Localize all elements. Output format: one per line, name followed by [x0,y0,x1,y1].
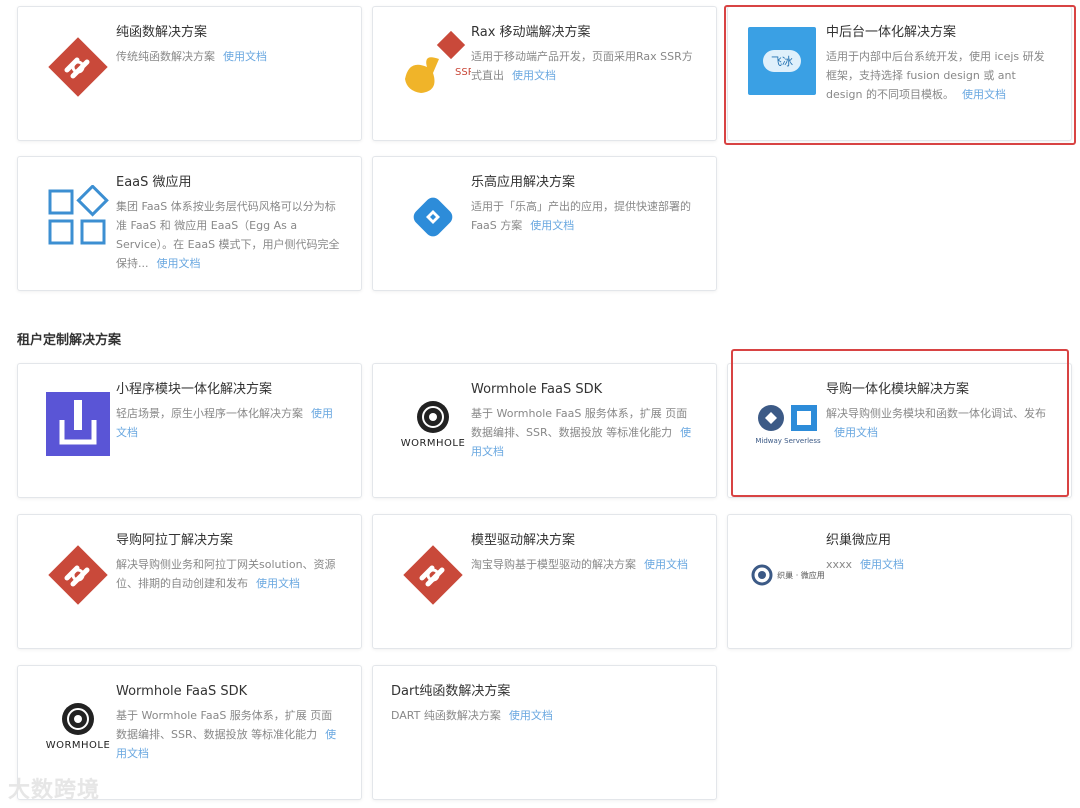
doc-link[interactable]: 使用文档 [157,257,201,270]
doc-link[interactable]: 使用文档 [509,709,553,722]
doc-link[interactable]: 使用文档 [644,558,688,571]
card-title: Dart纯函数解决方案 [391,684,511,699]
solution-card[interactable]: 纯函数解决方案 传统纯函数解决方案 使用文档 [17,6,362,141]
wormhole-logo-icon: WORMHOLE [36,684,120,768]
wormhole-text: WORMHOLE [400,437,466,449]
highlight-box [724,5,1076,145]
watermark-text: 大数跨境 [8,778,101,803]
solution-card[interactable]: 织巢 · 微应用 织巢微应用 xxxx 使用文档 [727,514,1072,649]
solution-card[interactable]: SSR Rax 移动端解决方案 适用于移动端产品开发，页面采用Rax SSR方式… [372,6,717,141]
wormhole-logo-icon: WORMHOLE [391,382,475,466]
card-desc: 基于 Wormhole FaaS 服务体系，扩展 页面数据编排、SSR、数据投放… [116,709,333,741]
card-desc: 传统纯函数解决方案 [116,50,215,63]
card-desc: 淘宝导购基于模型驱动的解决方案 [471,558,636,571]
solution-card[interactable]: 小程序模块一体化解决方案 轻店场景，原生小程序一体化解决方案 使用文档 [17,363,362,498]
doc-link[interactable]: 使用文档 [860,558,904,571]
card-desc: 解决导购侧业务和阿拉丁网关solution、资源位、排期的自动创建和发布 [116,558,336,590]
solution-card[interactable]: EaaS 微应用 集团 FaaS 体系按业务层代码风格可以分为标准 FaaS 和… [17,156,362,291]
function-logo-icon [391,533,475,617]
card-title: EaaS 微应用 [116,175,192,190]
card-title: Wormhole FaaS SDK [116,684,248,699]
card-title: 导购阿拉丁解决方案 [116,533,234,548]
zhichao-logo-icon: 织巢 · 微应用 [746,533,830,617]
doc-link[interactable]: 使用文档 [256,577,300,590]
solution-card[interactable]: 导购阿拉丁解决方案 解决导购侧业务和阿拉丁网关solution、资源位、排期的自… [17,514,362,649]
doc-link[interactable]: 使用文档 [530,219,574,232]
card-desc: 轻店场景，原生小程序一体化解决方案 [116,407,303,420]
wormhole-text: WORMHOLE [45,739,111,751]
solution-card[interactable]: 模型驱动解决方案 淘宝导购基于模型驱动的解决方案 使用文档 [372,514,717,649]
highlight-box [731,349,1069,497]
miniapp-logo-icon [36,382,120,466]
card-desc: 集团 FaaS 体系按业务层代码风格可以分为标准 FaaS 和 微应用 EaaS… [116,200,340,270]
solution-card[interactable]: 乐高应用解决方案 适用于「乐高」产出的应用，提供快速部署的 FaaS 方案 使用文… [372,156,717,291]
solution-card[interactable]: WORMHOLE Wormhole FaaS SDK 基于 Wormhole F… [372,363,717,498]
zhichao-text: 织巢 · 微应用 [777,570,825,580]
card-title: 模型驱动解决方案 [471,533,576,548]
card-title: 小程序模块一体化解决方案 [116,382,273,397]
section-title: 租户定制解决方案 [17,333,122,348]
solution-card[interactable]: Dart纯函数解决方案 DART 纯函数解决方案 使用文档 [372,665,717,800]
card-desc: 适用于移动端产品开发，页面采用Rax SSR方式直出 [471,50,693,82]
grid-logo-icon [36,175,120,259]
card-title: Wormhole FaaS SDK [471,382,603,397]
doc-link[interactable]: 使用文档 [512,69,556,82]
card-desc: DART 纯函数解决方案 [391,709,501,722]
lego-logo-icon [391,175,475,259]
card-title: 乐高应用解决方案 [471,175,576,190]
ssr-text: SSR [455,67,471,78]
doc-link[interactable]: 使用文档 [223,50,267,63]
function-logo-icon [36,533,120,617]
card-title: 纯函数解决方案 [116,25,208,40]
card-desc: xxxx [826,558,853,571]
card-title: 织巢微应用 [826,533,892,548]
function-logo-icon [36,25,120,109]
card-desc: 基于 Wormhole FaaS 服务体系，扩展 页面数据编排、SSR、数据投放… [471,407,688,439]
rax-ssr-logo-icon: SSR [391,25,475,109]
card-title: Rax 移动端解决方案 [471,25,591,40]
card-desc: 适用于「乐高」产出的应用，提供快速部署的 FaaS 方案 [471,200,691,232]
